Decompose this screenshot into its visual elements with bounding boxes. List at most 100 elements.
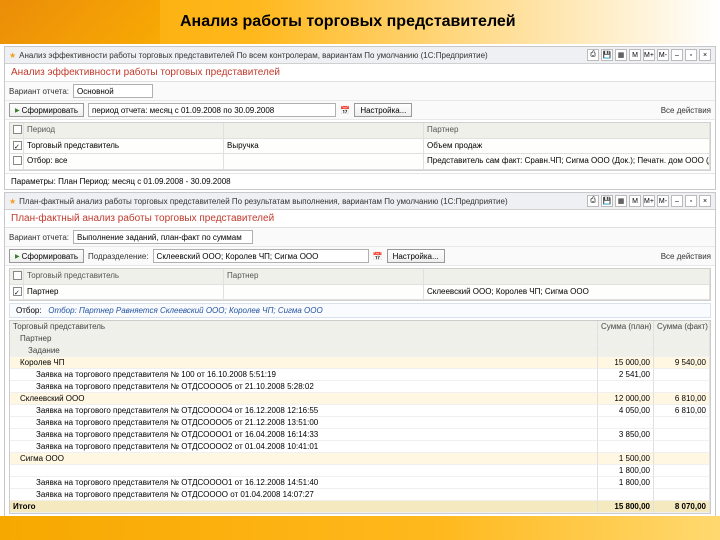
col-period: Период (24, 123, 224, 139)
cell: Объем продаж (424, 139, 710, 154)
cell-plan: 2 541,00 (598, 369, 654, 381)
cell-plan (598, 489, 654, 501)
minimize-button[interactable]: – (671, 195, 683, 207)
table-row[interactable]: Склеевский ООО (10, 393, 598, 405)
table-row[interactable] (10, 465, 598, 477)
cell-plan: 15 000,00 (598, 357, 654, 369)
cell-plan (598, 441, 654, 453)
variant-input[interactable]: Выполнение заданий, план-факт по суммам (73, 230, 253, 244)
cell-plan: 1 800,00 (598, 477, 654, 489)
th-rep: Торговый представитель (10, 321, 598, 333)
cell-plan: 12 000,00 (598, 393, 654, 405)
cell[interactable] (224, 154, 424, 170)
cell[interactable]: Торговый представитель (24, 139, 224, 154)
table-row[interactable]: Заявка на торгового представителя № ОТДС… (10, 405, 598, 417)
report-subtitle-2: План-фактный анализ работы торговых пред… (5, 210, 715, 228)
th-plan: Сумма (план) (598, 321, 654, 333)
th-fact: Сумма (факт) (654, 321, 710, 333)
col-blank (424, 269, 710, 285)
data-table: Торговый представитель Сумма (план) Сумм… (9, 320, 711, 514)
cell-plan (598, 417, 654, 429)
print-icon[interactable]: ⎙ (587, 195, 599, 207)
close-button[interactable]: × (699, 49, 711, 61)
print-icon[interactable]: ⎙ (587, 49, 599, 61)
mminus-button[interactable]: M- (657, 49, 669, 61)
all-actions-link[interactable]: Все действия (661, 106, 711, 115)
save-icon[interactable]: 💾 (601, 195, 613, 207)
cell-fact (654, 477, 710, 489)
cell[interactable]: Представитель сам факт: Сравн.ЧП; Сигма … (424, 154, 710, 170)
variant-row-2: Вариант отчета: Выполнение заданий, план… (5, 228, 715, 247)
titlebar-1: ★ Анализ эффективности работы торговых п… (5, 47, 715, 64)
filter-label: Отбор: (16, 306, 46, 315)
mminus-button[interactable]: M- (657, 195, 669, 207)
cell-plan: 1 800,00 (598, 465, 654, 477)
calendar-icon[interactable]: 📅 (340, 106, 350, 115)
table-row[interactable]: Королев ЧП (10, 357, 598, 369)
params-label: Параметры: План Период: месяц с 01.09.20… (5, 173, 715, 189)
cell[interactable]: Партнер (24, 285, 224, 300)
variant-label: Вариант отчета: (9, 87, 69, 96)
m-button[interactable]: M (629, 195, 641, 207)
col-rep: Торговый представитель (24, 269, 224, 285)
table-row[interactable]: Заявка на торгового представителя № 100 … (10, 369, 598, 381)
cell[interactable] (224, 285, 424, 300)
table-row[interactable]: Сигма ООО (10, 453, 598, 465)
close-button[interactable]: × (699, 195, 711, 207)
settings-button[interactable]: Настройка... (387, 249, 445, 263)
cell[interactable]: Выручка (224, 139, 424, 154)
checkbox[interactable] (13, 287, 22, 296)
maximize-button[interactable]: ▫ (685, 49, 697, 61)
cell-plan (598, 381, 654, 393)
mplus-button[interactable]: M+ (643, 195, 655, 207)
checkbox[interactable] (13, 271, 22, 280)
table-row[interactable]: Заявка на торгового представителя № ОТДС… (10, 429, 598, 441)
cell[interactable]: Отбор: все (24, 154, 224, 170)
cell-fact (654, 429, 710, 441)
total-cell: Итого (10, 501, 598, 513)
window-efficiency: ★ Анализ эффективности работы торговых п… (4, 46, 716, 190)
table-row[interactable]: Заявка на торгового представителя № ОТДС… (10, 417, 598, 429)
window-plan-fact: ★ План-фактный анализ работы торговых пр… (4, 192, 716, 517)
report-subtitle-1: Анализ эффективности работы торговых пре… (5, 64, 715, 82)
settings-button[interactable]: Настройка... (354, 103, 412, 117)
calendar-icon[interactable]: 📅 (373, 252, 383, 261)
table-row[interactable]: Заявка на торгового представителя № ОТДС… (10, 477, 598, 489)
filter-grid-1: Период Партнер Торговый представитель Вы… (9, 122, 711, 171)
window-title-2: План-фактный анализ работы торговых пред… (19, 197, 584, 206)
titlebar-buttons-2: ⎙ 💾 ▦ M M+ M- – ▫ × (587, 195, 711, 207)
minimize-button[interactable]: – (671, 49, 683, 61)
variant-label: Вариант отчета: (9, 233, 69, 242)
maximize-button[interactable]: ▫ (685, 195, 697, 207)
checkbox[interactable] (13, 125, 22, 134)
cell-fact (654, 465, 710, 477)
cell-fact (654, 441, 710, 453)
cell-fact (654, 369, 710, 381)
table-row[interactable]: Заявка на торгового представителя № ОТДС… (10, 441, 598, 453)
toolbar-row-2: Сформировать Подразделение: Склеевский О… (5, 247, 715, 266)
period-input[interactable]: период отчета: месяц с 01.09.2008 по 30.… (88, 103, 336, 117)
cell[interactable]: Склеевский ООО; Королев ЧП; Сигма ООО (424, 285, 710, 300)
m-button[interactable]: M (629, 49, 641, 61)
filter-grid-2: Торговый представитель Партнер Партнер С… (9, 268, 711, 301)
total-cell: 8 070,00 (654, 501, 710, 513)
all-actions-link[interactable]: Все действия (661, 252, 711, 261)
checkbox[interactable] (13, 156, 22, 165)
page-title: Анализ работы торговых представителей (180, 13, 516, 31)
cell-fact (654, 417, 710, 429)
mplus-button[interactable]: M+ (643, 49, 655, 61)
podr-input[interactable]: Склеевский ООО; Королев ЧП; Сигма ООО (153, 249, 369, 263)
cell-fact (654, 453, 710, 465)
checkbox[interactable] (13, 141, 22, 150)
star-icon: ★ (9, 51, 16, 60)
form-button[interactable]: Сформировать (9, 103, 84, 117)
variant-input[interactable]: Основной (73, 84, 153, 98)
page-header: Анализ работы торговых представителей (0, 0, 720, 44)
save-icon[interactable]: 💾 (601, 49, 613, 61)
calc-icon[interactable]: ▦ (615, 195, 627, 207)
table-row[interactable]: Заявка на торгового представителя № ОТДС… (10, 489, 598, 501)
table-row[interactable]: Заявка на торгового представителя № ОТДС… (10, 381, 598, 393)
col-partner: Партнер (424, 123, 710, 139)
calc-icon[interactable]: ▦ (615, 49, 627, 61)
form-button[interactable]: Сформировать (9, 249, 84, 263)
